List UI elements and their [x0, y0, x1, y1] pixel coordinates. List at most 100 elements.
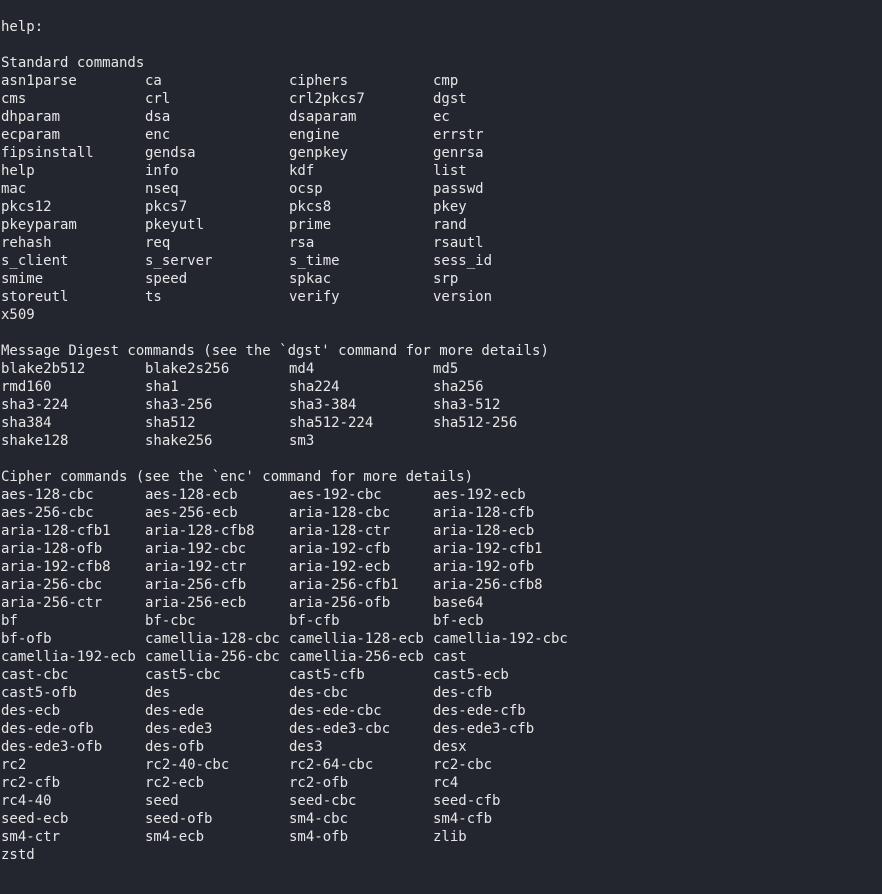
command-name: aria-192-ctr: [145, 559, 247, 575]
command-name: pkcs8: [289, 199, 332, 215]
command-name: des-cfb: [433, 685, 493, 701]
command-name: sm4-ofb: [289, 829, 349, 845]
command-name: des-ede-cfb: [433, 703, 526, 719]
section-title: Message Digest commands (see the `dgst' …: [1, 343, 549, 359]
command-name: storeutl: [1, 289, 69, 305]
command-name: sm3: [289, 433, 315, 449]
command-name: camellia-192-ecb: [1, 649, 136, 665]
command-name: pkeyparam: [1, 217, 77, 233]
command-name: ciphers: [289, 73, 349, 89]
command-row: rehash req rsa rsautl: [1, 234, 881, 252]
help-label: help:: [1, 19, 44, 35]
command-name: bf-ecb: [433, 613, 484, 629]
command-name: rmd160: [1, 379, 52, 395]
terminal-output: # openssl -h help: Standard commandsasn1…: [1, 0, 881, 864]
command-name: aria-128-ofb: [1, 541, 103, 557]
command-name: sha1: [145, 379, 179, 395]
command-name: sha256: [433, 379, 484, 395]
command-name: ecparam: [1, 127, 61, 143]
command-name: rc4: [433, 775, 459, 791]
command-name: version: [433, 289, 493, 305]
command-row: aria-256-ctr aria-256-ecb aria-256-ofb base…: [1, 594, 881, 612]
command-name: rc2-ecb: [145, 775, 205, 791]
command-name: dgst: [433, 91, 467, 107]
command-row: cast-cbc cast5-cbc cast5-cfb cast5-ecb: [1, 666, 881, 684]
command-row: storeutl ts verify version: [1, 288, 881, 306]
command-name: enc: [145, 127, 171, 143]
command-name: aes-128-ecb: [145, 487, 238, 503]
command-name: srp: [433, 271, 459, 287]
command-name: cms: [1, 91, 27, 107]
command-row: pkcs12 pkcs7 pkcs8 pkey: [1, 198, 881, 216]
command-row: aes-128-cbc aes-128-ecb aes-192-cbc aes-192…: [1, 486, 881, 504]
command-row: rmd160 sha1 sha224 sha256: [1, 378, 881, 396]
section-title: Cipher commands (see the `enc' command f…: [1, 469, 474, 485]
command-name: sm4-ctr: [1, 829, 61, 845]
command-name: sm4-cfb: [433, 811, 493, 827]
command-name: prime: [289, 217, 332, 233]
command-name: s_time: [289, 253, 340, 269]
command-row: aria-192-cfb8 aria-192-ctr aria-192-ecb ari…: [1, 558, 881, 576]
command-row: pkeyparam pkeyutl prime rand: [1, 216, 881, 234]
command-name: sha224: [289, 379, 340, 395]
command-name: camellia-256-ecb: [289, 649, 424, 665]
command-name: x509: [1, 307, 35, 323]
command-row: blake2b512 blake2s256 md4 md5: [1, 360, 881, 378]
command-name: cast-cbc: [1, 667, 69, 683]
command-name: cast5-ofb: [1, 685, 77, 701]
command-row: des-ede-ofb des-ede3 des-ede3-cbc des-ede3-…: [1, 720, 881, 738]
command-name: ec: [433, 109, 450, 125]
command-row: mac nseq ocsp passwd: [1, 180, 881, 198]
command-name: genpkey: [289, 145, 349, 161]
command-row: des-ecb des-ede des-ede-cbc des-ede-cfb: [1, 702, 881, 720]
command-name: des-ede: [145, 703, 205, 719]
command-row: rc2-cfb rc2-ecb rc2-ofb rc4: [1, 774, 881, 792]
command-name: camellia-256-cbc: [145, 649, 280, 665]
command-row: des-ede3-ofb des-ofb des3 desx: [1, 738, 881, 756]
command-name: des-ofb: [145, 739, 205, 755]
command-name: mac: [1, 181, 27, 197]
command-name: crl: [145, 91, 171, 107]
command-name: aria-128-cfb1: [1, 523, 111, 539]
command-name: rsa: [289, 235, 315, 251]
command-name: pkcs12: [1, 199, 52, 215]
command-row: ecparam enc engine errstr: [1, 126, 881, 144]
command-name: sm4-cbc: [289, 811, 349, 827]
command-name: camellia-128-cbc: [145, 631, 280, 647]
command-name: aes-192-cbc: [289, 487, 382, 503]
command-name: sha512: [145, 415, 196, 431]
command-name: crl2pkcs7: [289, 91, 365, 107]
command-name: des-ecb: [1, 703, 61, 719]
command-name: s_client: [1, 253, 69, 269]
command-name: aria-192-ecb: [289, 559, 391, 575]
command-name: cmp: [433, 73, 459, 89]
command-name: zlib: [433, 829, 467, 845]
command-row: help info kdf list: [1, 162, 881, 180]
section-title: Standard commands: [1, 55, 145, 71]
command-name: smime: [1, 271, 44, 287]
command-name: aria-128-ctr: [289, 523, 391, 539]
command-name: aria-256-ecb: [145, 595, 247, 611]
command-name: aria-256-cfb: [145, 577, 247, 593]
command-row: asn1parse ca ciphers cmp: [1, 72, 881, 90]
command-name: kdf: [289, 163, 315, 179]
command-name: des-ede-cbc: [289, 703, 382, 719]
command-row: seed-ecb seed-ofb sm4-cbc sm4-cfb: [1, 810, 881, 828]
command-row: aria-128-ofb aria-192-cbc aria-192-cfb aria…: [1, 540, 881, 558]
command-name: des: [145, 685, 171, 701]
command-name: seed: [145, 793, 179, 809]
command-sections: Standard commands asn1parse ca ciphers cmp cm…: [1, 36, 881, 864]
command-name: cast5-ecb: [433, 667, 509, 683]
command-name: errstr: [433, 127, 484, 143]
command-name: rsautl: [433, 235, 484, 251]
command-name: rc2-cbc: [433, 757, 493, 773]
command-row: sm4-ctr sm4-ecb sm4-ofb zlib: [1, 828, 881, 846]
command-row: aes-256-cbc aes-256-ecb aria-128-cbc aria-1…: [1, 504, 881, 522]
command-row: cms crl crl2pkcs7 dgst: [1, 90, 881, 108]
command-row: shake128 shake256 sm3: [1, 432, 881, 450]
command-name: rc2-64-cbc: [289, 757, 374, 773]
command-name: dsaparam: [289, 109, 357, 125]
